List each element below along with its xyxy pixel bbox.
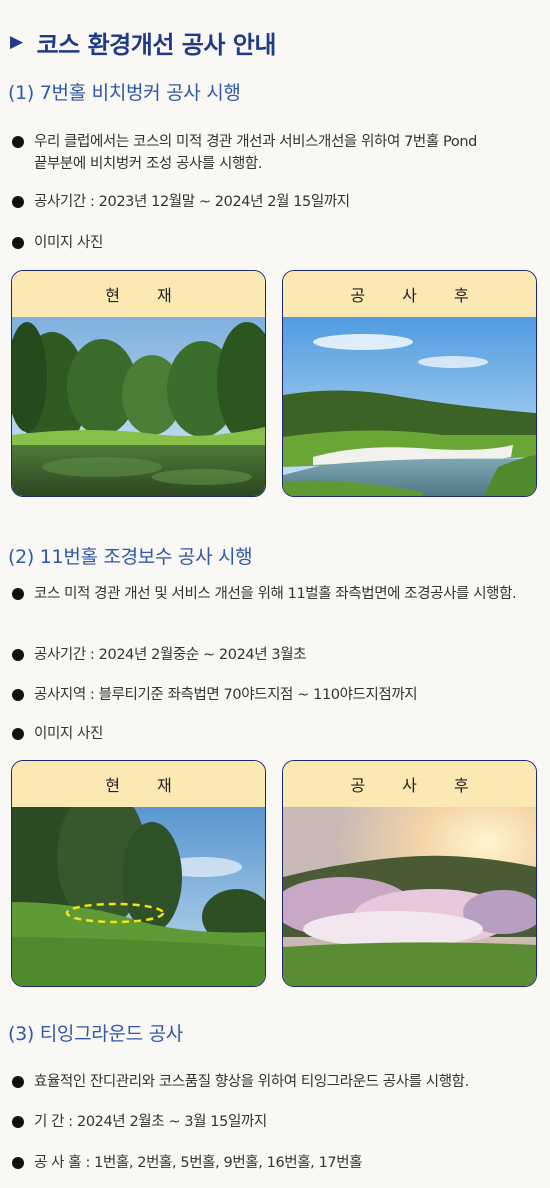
beach-bunker-photo <box>283 317 536 496</box>
slope-photo <box>12 807 265 986</box>
section-2-title: (2) 11번홀 조경보수 공사 시행 <box>8 546 253 568</box>
section-2-after-card: 공 사 후 <box>282 760 537 987</box>
bullet-dot-icon <box>12 649 24 661</box>
bullet-dot-icon <box>12 136 24 148</box>
section-1-bullet-1: 우리 클럽에서는 코스의 미적 경관 개선과 서비스개선을 위하여 7번홀 Po… <box>12 131 532 175</box>
section-1-bullet-2: 공사기간 : 2023년 12월말 ~ 2024년 2월 15일까지 <box>12 191 532 213</box>
card-label: 공 사 후 <box>283 271 536 317</box>
section-2-before-card: 현 재 <box>11 760 266 987</box>
bullet-dot-icon <box>12 728 24 740</box>
bullet-dot-icon <box>12 196 24 208</box>
card-label: 공 사 후 <box>283 761 536 807</box>
section-1-after-card: 공 사 후 <box>282 270 537 497</box>
bullet-dot-icon <box>12 1116 24 1128</box>
bullet-dot-icon <box>12 588 24 600</box>
section-3-bullet-1: 효율적인 잔디관리와 코스품질 향상을 위하여 티잉그라운드 공사를 시행함. <box>12 1071 532 1093</box>
bullet-dot-icon <box>12 689 24 701</box>
section-3-title: (3) 티잉그라운드 공사 <box>8 1023 183 1045</box>
section-1-bullet-3: 이미지 사진 <box>12 232 532 254</box>
section-2-bullet-4: 이미지 사진 <box>12 723 532 745</box>
section-2-bullet-2: 공사기간 : 2024년 2월중순 ~ 2024년 3월초 <box>12 644 532 666</box>
bullet-dot-icon <box>12 237 24 249</box>
page-title: ▶ 코스 환경개선 공사 안내 <box>10 22 276 62</box>
page-title-text: 코스 환경개선 공사 안내 <box>36 30 277 59</box>
card-label: 현 재 <box>12 271 265 317</box>
triangle-right-icon: ▶ <box>10 32 23 52</box>
section-1-before-card: 현 재 <box>11 270 266 497</box>
section-2-bullet-3: 공사지역 : 블루티기준 좌측법면 70야드지점 ~ 110야드지점까지 <box>12 684 532 706</box>
bullet-dot-icon <box>12 1157 24 1169</box>
bullet-dot-icon <box>12 1076 24 1088</box>
pond-forest-photo <box>12 317 265 496</box>
section-2-bullet-1: 코스 미적 경관 개선 및 서비스 개선을 위해 11벌홀 좌측법면에 조경공사… <box>12 583 532 605</box>
section-3-bullet-3: 공 사 홀 : 1번홀, 2번홀, 5번홀, 9번홀, 16번홀, 17번홀 <box>12 1152 532 1174</box>
card-label: 현 재 <box>12 761 265 807</box>
silver-grass-photo <box>283 807 536 986</box>
section-1-title: (1) 7번홀 비치벙커 공사 시행 <box>8 82 241 104</box>
section-3-bullet-2: 기 간 : 2024년 2월초 ~ 3월 15일까지 <box>12 1111 532 1133</box>
